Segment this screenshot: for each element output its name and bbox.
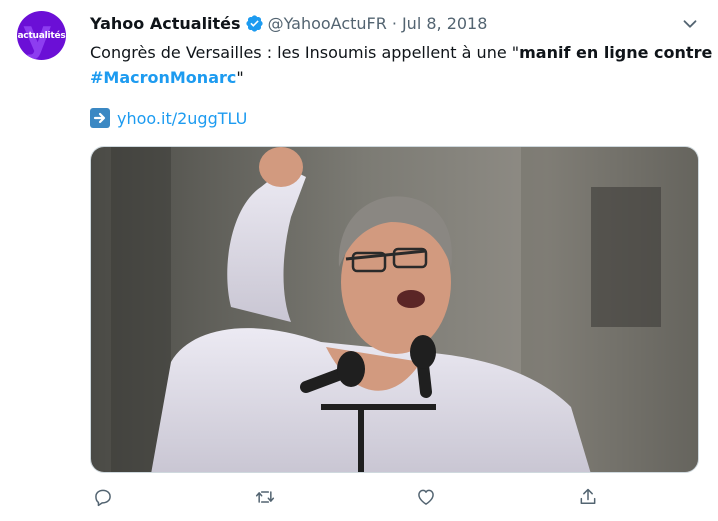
short-link[interactable]: yhoo.it/2uggTLU [117, 109, 247, 128]
photo-image [91, 147, 698, 472]
reply-icon[interactable] [90, 484, 116, 510]
header-separator: · [391, 13, 397, 33]
avatar[interactable]: y actualités [17, 11, 66, 60]
like-icon[interactable] [413, 484, 439, 510]
chevron-down-icon[interactable] [679, 13, 701, 35]
verified-badge-icon [245, 14, 263, 32]
hashtag-link[interactable]: #MacronMonarc [90, 68, 236, 87]
tweet-text-prefix: Congrès de Versailles : les Insoumis app… [90, 43, 520, 62]
tweet-text-suffix: " [236, 68, 244, 87]
author-handle[interactable]: @YahooActuFR [268, 14, 387, 33]
retweet-icon[interactable] [252, 484, 278, 510]
tweet-media-photo[interactable] [90, 146, 699, 473]
tweet-link-line: yhoo.it/2uggTLU [90, 108, 247, 128]
tweet-actions [90, 484, 610, 512]
tweet-text-bold: manif en ligne contre [519, 43, 713, 62]
right-arrow-emoji-icon [90, 108, 110, 128]
tweet-text: Congrès de Versailles : les Insoumis app… [90, 40, 713, 90]
avatar-logo-text: actualités [17, 30, 66, 41]
author-display-name[interactable]: Yahoo Actualités [90, 14, 241, 33]
tweet-header: Yahoo Actualités @YahooActuFR · Jul 8, 2… [90, 12, 487, 34]
tweet-date[interactable]: Jul 8, 2018 [402, 14, 487, 33]
share-icon[interactable] [575, 484, 601, 510]
